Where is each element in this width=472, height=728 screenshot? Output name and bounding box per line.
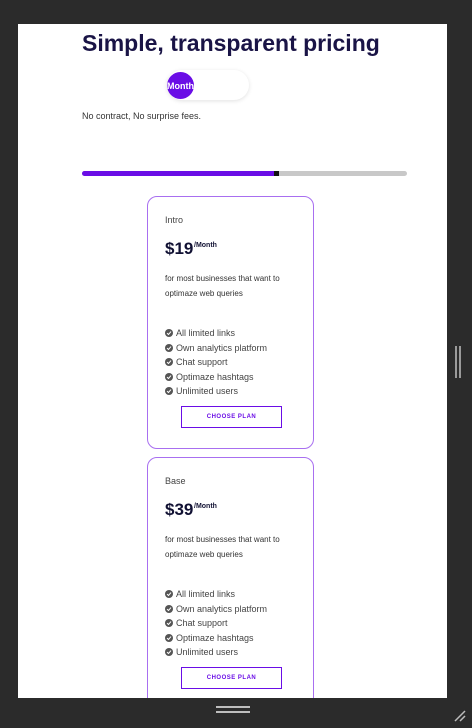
- plan-description: for most businesses that want to optimaz…: [165, 535, 280, 559]
- choose-plan-button[interactable]: CHOOSE PLAN: [181, 667, 282, 689]
- feature-item: Chat support: [165, 616, 267, 631]
- check-circle-icon: [165, 372, 173, 381]
- resize-grip-icon[interactable]: [452, 708, 466, 722]
- check-circle-icon: [165, 604, 173, 613]
- choose-plan-button[interactable]: CHOOSE PLAN: [181, 406, 282, 428]
- bottom-bar: [0, 698, 472, 728]
- check-circle-icon: [165, 590, 173, 599]
- plan-description: for most businesses that want to optimaz…: [165, 274, 280, 298]
- feature-label: Own analytics platform: [176, 342, 268, 353]
- pricing-subtitle: No contract, No surprise fees.: [82, 111, 202, 121]
- feature-label: Optimaze hashtags: [176, 371, 254, 382]
- check-circle-icon: [165, 648, 173, 657]
- slider-fill: [82, 171, 277, 176]
- page-viewport: Simple, transparent pricing Month No con…: [18, 24, 447, 698]
- page-title: Simple, transparent pricing: [82, 30, 380, 56]
- check-circle-icon: [165, 358, 173, 367]
- plan-name: Base: [165, 476, 186, 486]
- feature-list: All limited links Own analytics platform…: [165, 326, 267, 399]
- plan-name: Intro: [165, 215, 184, 225]
- feature-label: Chat support: [176, 357, 228, 367]
- plan-price: $39: [165, 500, 194, 519]
- check-circle-icon: [165, 619, 173, 628]
- drag-handle-icon[interactable]: [216, 706, 250, 713]
- plan-period: /Month: [194, 242, 217, 249]
- feature-label: Chat support: [176, 618, 228, 628]
- check-circle-icon: [165, 343, 173, 352]
- window-top-bar: [0, 0, 472, 24]
- feature-item: Own analytics platform: [165, 602, 267, 617]
- feature-item: Chat support: [165, 355, 267, 370]
- feature-label: Unlimited users: [176, 647, 239, 657]
- plan-slider[interactable]: [82, 171, 407, 176]
- feature-label: All limited links: [176, 328, 236, 338]
- billing-period-toggle[interactable]: Month: [167, 70, 249, 100]
- plan-card-intro: Intro $19 /Month for most businesses tha…: [147, 196, 314, 449]
- panel-resize-handle[interactable]: [455, 346, 461, 378]
- plan-price: $19: [165, 239, 194, 258]
- feature-item: All limited links: [165, 587, 267, 602]
- feature-list: All limited links Own analytics platform…: [165, 587, 267, 660]
- plan-period: /Month: [194, 503, 217, 510]
- feature-item: Optimaze hashtags: [165, 631, 267, 646]
- toggle-knob[interactable]: Month: [167, 72, 194, 99]
- check-circle-icon: [165, 633, 173, 642]
- feature-item: Optimaze hashtags: [165, 370, 267, 385]
- feature-item: Unlimited users: [165, 645, 267, 660]
- plan-card-base: Base $39 /Month for most businesses that…: [147, 457, 314, 698]
- feature-item: All limited links: [165, 326, 267, 341]
- check-circle-icon: [165, 329, 173, 338]
- feature-label: Unlimited users: [176, 386, 239, 396]
- feature-label: All limited links: [176, 589, 236, 599]
- feature-label: Own analytics platform: [176, 603, 268, 614]
- feature-item: Unlimited users: [165, 384, 267, 399]
- feature-item: Own analytics platform: [165, 341, 267, 356]
- check-circle-icon: [165, 387, 173, 396]
- feature-label: Optimaze hashtags: [176, 632, 254, 643]
- slider-thumb[interactable]: [274, 171, 279, 176]
